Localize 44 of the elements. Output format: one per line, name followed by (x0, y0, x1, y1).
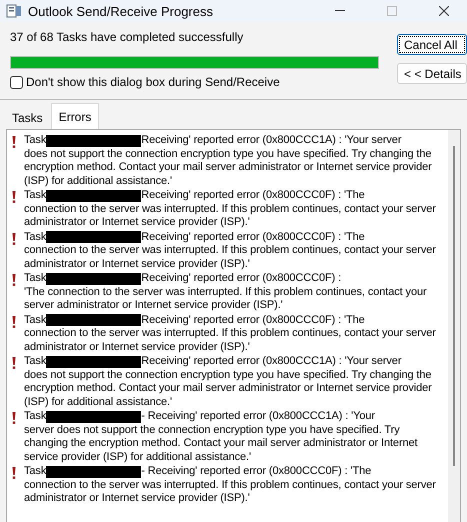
error-message: does not support the connection encryption type you have specified. Try changing the encryption method. Contact your mail server administrator or Internet service provider (ISP) for additional assistance.' (24, 148, 433, 188)
error-message: connection to the server was interrupted. If this problem continues, contact your server administrator or Internet service provider (ISP).' (24, 202, 437, 230)
window-title: Outlook Send/Receive Progress (28, 4, 214, 18)
dialog-button[interactable]: < < Details (397, 63, 467, 84)
exclamation-icon (11, 191, 17, 203)
minimize-icon[interactable] (335, 10, 345, 12)
task-label: Task (24, 189, 46, 202)
error-heading: Receiving' reported error (0x800CCC0F) : 'The (141, 230, 365, 244)
error-heading: Receiving' reported error (0x800CCC1A) : 'Your server (141, 355, 402, 368)
exclamation-icon (11, 357, 17, 369)
exclamation-icon (11, 232, 17, 244)
error-message: does not support the connection encryption type you have specified. Try changing the encryption method. Contact your mail server administrator or Internet service provider (ISP) for additional assistance.' (24, 368, 433, 409)
task-label: Task (24, 134, 46, 148)
error-message: connection to the server was interrupted. If this problem continues, contact your server administrator or Internet service provider (ISP).' (24, 244, 437, 271)
checkbox-label[interactable]: Don't show this dialog box during Send/Receive (26, 75, 280, 89)
exclamation-icon (11, 136, 17, 148)
error-heading: Receiving' reported error (0x800CCC0F) : (141, 272, 342, 286)
tab[interactable]: Errors (50, 103, 100, 129)
task-label: Task (24, 230, 46, 244)
status-text: 37 of 68 Tasks have completed successfully (10, 30, 244, 46)
error-message: connection to the server was interrupted. If this problem continues, contact your server administrator or Internet service provider (ISP).' (24, 327, 437, 354)
exclamation-icon (11, 274, 17, 286)
exclamation-icon (11, 316, 17, 328)
exclamation-icon (11, 412, 17, 424)
error-heading: - Receiving' reported error (0x800CCC0F) : 'The (141, 465, 372, 478)
task-label: Task (24, 410, 46, 424)
error-heading: Receiving' reported error (0x800CCC1A) : 'Your server (141, 134, 402, 148)
error-heading: Receiving' reported error (0x800CCC0F) : 'The (141, 189, 365, 202)
error-heading: Receiving' reported error (0x800CCC0F) : 'The (141, 314, 365, 327)
exclamation-icon (11, 467, 17, 479)
error-heading: - Receiving' reported error (0x800CCC1A) : 'Your (141, 410, 375, 424)
task-label: Task (24, 465, 46, 478)
task-label: Task (24, 314, 46, 327)
error-message: server does not support the connection encryption type you have specified. Try changing the encryption method. Contact your mail server administrator or Internet service provider (ISP) for additional assistance.' (24, 424, 418, 464)
scrollbar-thumb[interactable] (453, 146, 455, 466)
task-label: Task (24, 272, 46, 286)
app-icon (6, 4, 22, 18)
error-message: 'The connection to the server was interrupted. If this problem continues, contact your server administrator or Internet service provider (ISP).' (24, 286, 428, 312)
checkbox[interactable] (10, 76, 23, 88)
close-icon[interactable] (439, 6, 449, 16)
dialog-button[interactable]: Cancel All (397, 34, 467, 55)
tab[interactable]: Tasks (4, 106, 51, 129)
error-message: connection to the server was interrupted. If this problem continues, contact your server administrator or Internet service provider (ISP).' (24, 478, 437, 506)
task-label: Task (24, 355, 46, 368)
